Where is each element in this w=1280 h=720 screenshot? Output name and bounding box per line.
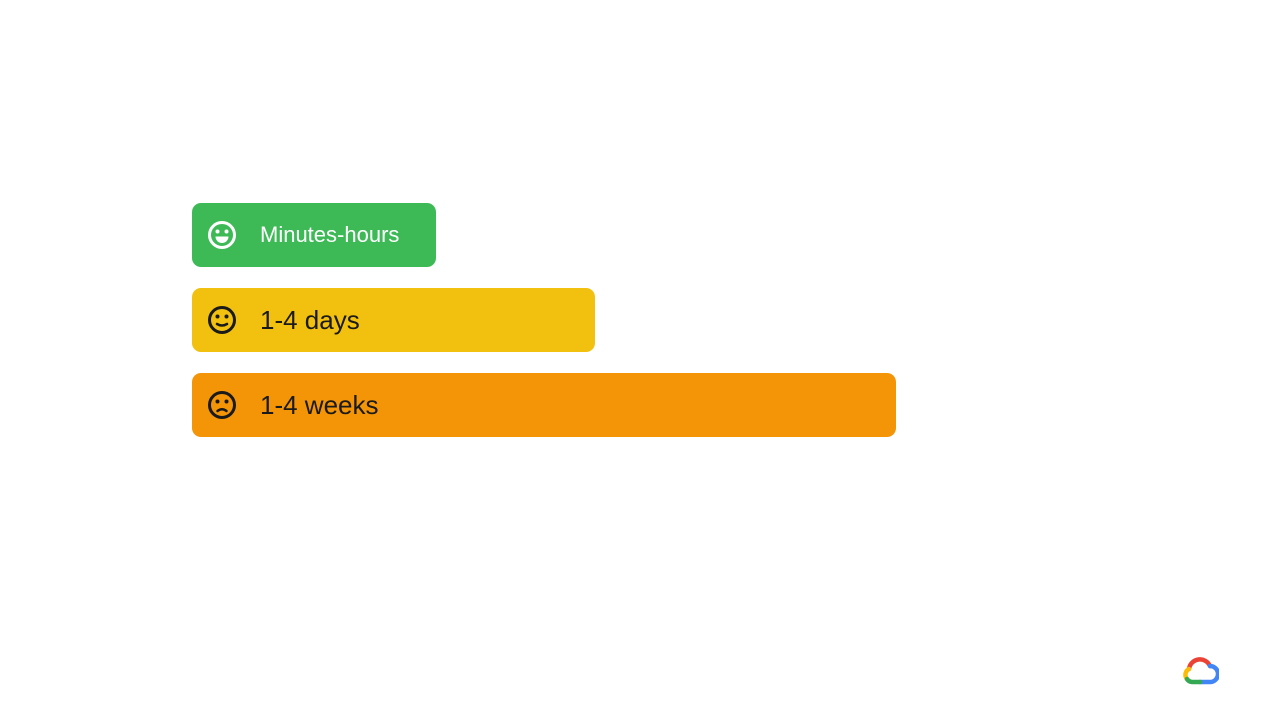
slide: Minutes-hours 1-4 days 1-4 weeks (0, 0, 1280, 720)
smiley-sad-icon (207, 390, 237, 420)
google-cloud-logo-icon (1181, 655, 1219, 687)
bar-label: 1-4 weeks (260, 390, 379, 420)
smiley-happy-icon (207, 220, 237, 250)
bar-minutes-hours: Minutes-hours (192, 203, 436, 267)
bar-1-4-weeks: 1-4 weeks (192, 373, 896, 437)
bar-1-4-days: 1-4 days (192, 288, 595, 352)
smiley-neutral-icon (207, 305, 237, 335)
bar-label: Minutes-hours (260, 222, 400, 247)
bar-label: 1-4 days (260, 305, 360, 335)
